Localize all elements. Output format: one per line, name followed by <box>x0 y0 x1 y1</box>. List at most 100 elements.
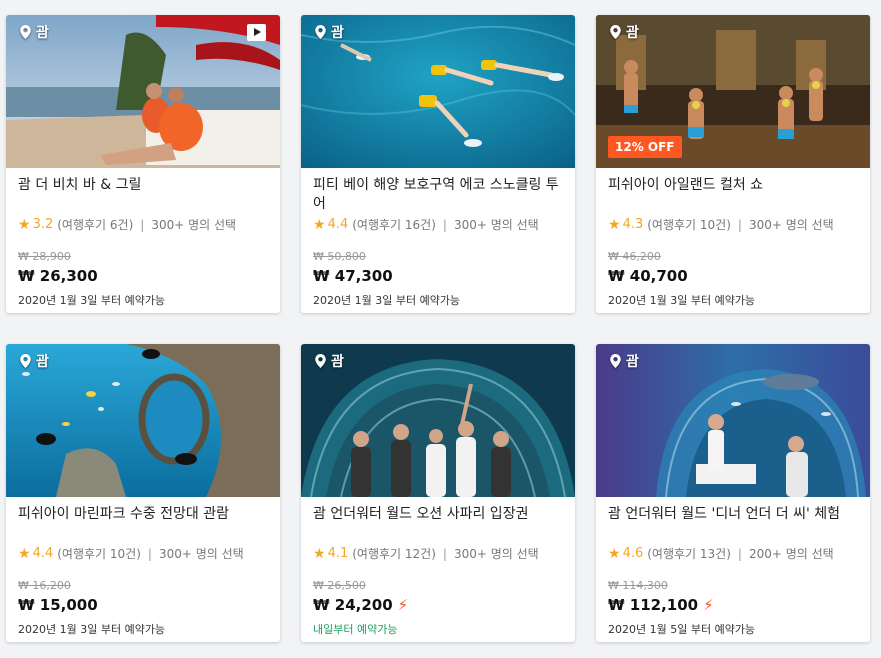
location-text: 괌 <box>626 354 639 370</box>
location-pin-icon <box>315 25 326 39</box>
meta-separator: | <box>442 217 447 232</box>
availability-text: 2020년 1월 3일 부터 예약가능 <box>313 294 461 307</box>
availability-text: 2020년 1월 3일 부터 예약가능 <box>608 294 756 307</box>
product-thumbnail[interactable]: 괌 <box>6 15 280 168</box>
chosen-count: 300+ 명의 선택 <box>453 547 539 561</box>
meta-separator: | <box>737 217 742 232</box>
original-price: ₩ 114,300 <box>608 579 668 592</box>
sale-price: ₩ 24,200 ⚡ <box>313 596 408 614</box>
product-title[interactable]: 괌 언더워터 월드 '디너 언더 더 씨' 체험 <box>608 505 858 543</box>
sale-price-text: ₩ 26,300 <box>18 267 98 285</box>
location-pin-icon <box>610 25 621 39</box>
review-count: (여행후기 10건) <box>57 547 141 561</box>
meta-separator: | <box>140 217 145 232</box>
location-label: 괌 <box>315 22 344 42</box>
availability-text: 2020년 1월 3일 부터 예약가능 <box>18 623 166 636</box>
location-text: 괌 <box>36 25 49 41</box>
product-card-snorkeling[interactable]: 괌 피티 베이 해양 보호구역 에코 스노클링 투어 ★ 4.4 (여행후기 1… <box>301 15 575 313</box>
product-thumbnail[interactable]: 괌 <box>6 344 280 497</box>
review-count: (여행후기 12건) <box>352 547 436 561</box>
chosen-count: 300+ 명의 선택 <box>748 218 834 232</box>
rating-row: ★ 4.6 (여행후기 13건) | 200+ 명의 선택 <box>608 545 858 562</box>
rating-score: 3.2 <box>32 217 54 232</box>
sale-price-text: ₩ 24,200 <box>313 596 393 614</box>
product-title[interactable]: 피티 베이 해양 보호구역 에코 스노클링 투어 <box>313 176 563 214</box>
play-video-icon[interactable] <box>247 24 266 41</box>
location-label: 괌 <box>610 351 639 371</box>
star-icon: ★ <box>18 216 31 233</box>
star-icon: ★ <box>313 545 326 562</box>
availability-text: 2020년 1월 5일 부터 예약가능 <box>608 623 756 636</box>
location-text: 괌 <box>626 25 639 41</box>
product-title[interactable]: 피쉬아이 마린파크 수중 전망대 관람 <box>18 505 268 543</box>
location-pin-icon <box>315 354 326 368</box>
product-title[interactable]: 피쉬아이 아일랜드 컬처 쇼 <box>608 176 858 214</box>
product-card-dinner-under-sea[interactable]: 괌 괌 언더워터 월드 '디너 언더 더 씨' 체험 ★ 4.6 (여행후기 1… <box>596 344 870 642</box>
product-card-marine-park[interactable]: 괌 피쉬아이 마린파크 수중 전망대 관람 ★ 4.4 (여행후기 10건) |… <box>6 344 280 642</box>
rating-row: ★ 3.2 (여행후기 6건) | 300+ 명의 선택 <box>18 216 268 233</box>
sale-price: ₩ 26,300 <box>18 267 98 285</box>
rating-row: ★ 4.3 (여행후기 10건) | 300+ 명의 선택 <box>608 216 858 233</box>
star-icon: ★ <box>608 545 621 562</box>
chosen-count: 300+ 명의 선택 <box>151 218 237 232</box>
review-count: (여행후기 10건) <box>647 218 731 232</box>
product-title[interactable]: 괌 언더워터 월드 오션 사파리 입장권 <box>313 505 563 543</box>
sale-price-text: ₩ 40,700 <box>608 267 688 285</box>
star-icon: ★ <box>313 216 326 233</box>
availability-text: 2020년 1월 3일 부터 예약가능 <box>18 294 166 307</box>
discount-badge: 12% OFF <box>608 136 682 158</box>
location-pin-icon <box>610 354 621 368</box>
location-text: 괌 <box>331 25 344 41</box>
original-price: ₩ 46,200 <box>608 250 661 263</box>
product-title[interactable]: 괌 더 비치 바 & 그릴 <box>18 176 268 214</box>
location-pin-icon <box>20 354 31 368</box>
original-price: ₩ 50,800 <box>313 250 366 263</box>
chosen-count: 300+ 명의 선택 <box>453 218 539 232</box>
rating-score: 4.4 <box>32 546 54 561</box>
location-label: 괌 <box>20 351 49 371</box>
sale-price: ₩ 112,100 ⚡ <box>608 596 714 614</box>
location-label: 괌 <box>610 22 639 42</box>
lightning-bolt-icon: ⚡ <box>397 596 409 614</box>
product-thumbnail[interactable]: 괌 12% OFF <box>596 15 870 168</box>
sale-price-text: ₩ 47,300 <box>313 267 393 285</box>
rating-row: ★ 4.1 (여행후기 12건) | 300+ 명의 선택 <box>313 545 563 562</box>
product-card-culture-show[interactable]: 괌 12% OFF 피쉬아이 아일랜드 컬처 쇼 ★ 4.3 (여행후기 10건… <box>596 15 870 313</box>
rating-score: 4.1 <box>327 546 349 561</box>
rating-row: ★ 4.4 (여행후기 10건) | 300+ 명의 선택 <box>18 545 268 562</box>
original-price: ₩ 16,200 <box>18 579 71 592</box>
location-text: 괌 <box>331 354 344 370</box>
sale-price-text: ₩ 112,100 <box>608 596 699 614</box>
review-count: (여행후기 16건) <box>352 218 436 232</box>
location-label: 괌 <box>315 351 344 371</box>
star-icon: ★ <box>18 545 31 562</box>
meta-separator: | <box>147 546 152 561</box>
location-label: 괌 <box>20 22 49 42</box>
original-price: ₩ 26,500 <box>313 579 366 592</box>
rating-row: ★ 4.4 (여행후기 16건) | 300+ 명의 선택 <box>313 216 563 233</box>
sale-price: ₩ 47,300 <box>313 267 393 285</box>
product-card-beach-bar[interactable]: 괌 괌 더 비치 바 & 그릴 ★ 3.2 (여행후기 6건) | 300+ 명… <box>6 15 280 313</box>
rating-score: 4.4 <box>327 217 349 232</box>
star-icon: ★ <box>608 216 621 233</box>
product-thumbnail[interactable]: 괌 <box>596 344 870 497</box>
review-count: (여행후기 13건) <box>647 547 731 561</box>
meta-separator: | <box>442 546 447 561</box>
review-count: (여행후기 6건) <box>57 218 134 232</box>
sale-price: ₩ 15,000 <box>18 596 98 614</box>
product-card-ocean-safari[interactable]: 괌 괌 언더워터 월드 오션 사파리 입장권 ★ 4.1 (여행후기 12건) … <box>301 344 575 642</box>
product-thumbnail[interactable]: 괌 <box>301 15 575 168</box>
sale-price: ₩ 40,700 <box>608 267 688 285</box>
chosen-count: 200+ 명의 선택 <box>748 547 834 561</box>
original-price: ₩ 28,900 <box>18 250 71 263</box>
sale-price-text: ₩ 15,000 <box>18 596 98 614</box>
location-pin-icon <box>20 25 31 39</box>
lightning-bolt-icon: ⚡ <box>703 596 714 614</box>
rating-score: 4.6 <box>622 546 644 561</box>
availability-text: 내일부터 예약가능 <box>313 623 398 636</box>
meta-separator: | <box>737 546 742 561</box>
product-thumbnail[interactable]: 괌 <box>301 344 575 497</box>
location-text: 괌 <box>36 354 49 370</box>
rating-score: 4.3 <box>622 217 644 232</box>
chosen-count: 300+ 명의 선택 <box>158 547 244 561</box>
